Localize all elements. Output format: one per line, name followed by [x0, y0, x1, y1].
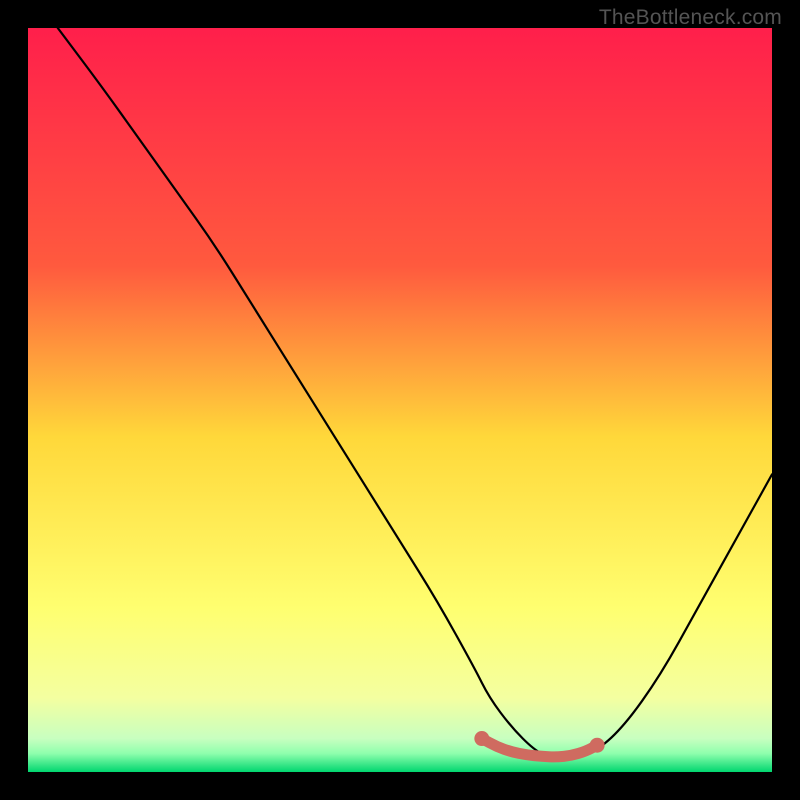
- chart-plot-area: [28, 28, 772, 772]
- highlight-endpoint-1: [590, 738, 605, 753]
- watermark-text: TheBottleneck.com: [599, 6, 782, 30]
- highlight-endpoint-0: [474, 731, 489, 746]
- chart-svg: [28, 28, 772, 772]
- chart-container: TheBottleneck.com: [0, 0, 800, 800]
